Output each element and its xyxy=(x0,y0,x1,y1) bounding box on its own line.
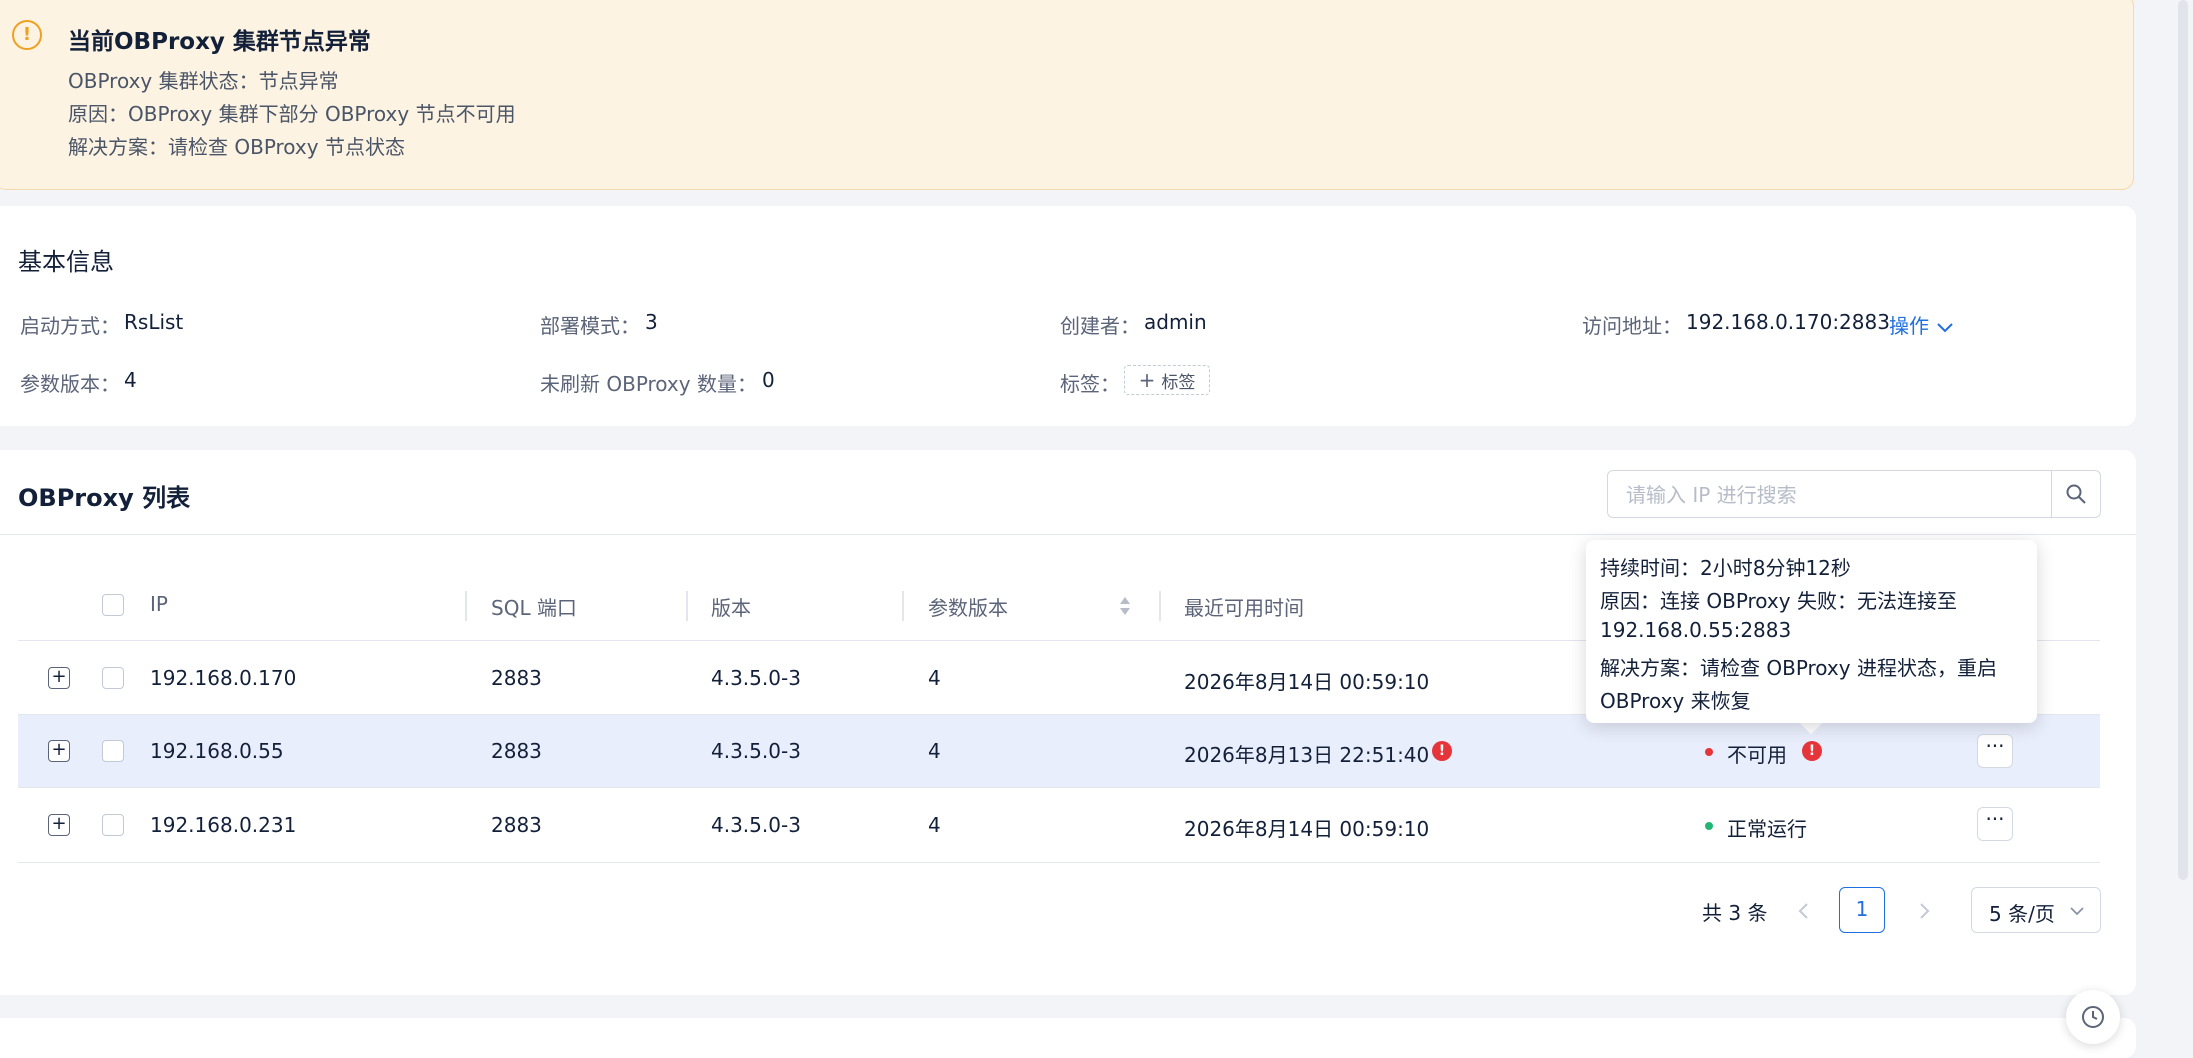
error-icon[interactable]: ! xyxy=(1802,741,1822,761)
exclamation-circle-icon: ! xyxy=(12,20,42,50)
cell-version: 4.3.5.0-3 xyxy=(711,739,801,763)
cell-status: 正常运行 xyxy=(1727,817,1807,841)
alert-title: 当前OBProxy 集群节点异常 xyxy=(68,29,371,55)
more-actions-button[interactable]: ··· xyxy=(1977,734,2013,768)
expand-row-button[interactable]: + xyxy=(48,667,70,689)
row-divider xyxy=(18,862,2100,863)
chevron-down-icon xyxy=(2070,907,2084,916)
cell-ip: 192.168.0.170 xyxy=(150,666,297,690)
error-tooltip: 持续时间：2小时8分钟12秒 原因：连接 OBProxy 失败：无法连接至 19… xyxy=(1586,540,2037,723)
operation-dropdown[interactable]: 操作 xyxy=(1889,310,1955,339)
row-checkbox[interactable] xyxy=(102,740,124,762)
cell-sql-port: 2883 xyxy=(491,739,542,763)
cell-last-available: 2026年8月14日 00:59:10 xyxy=(1184,817,1430,841)
cell-param-version: 4 xyxy=(928,813,941,837)
row-checkbox[interactable] xyxy=(102,667,124,689)
col-header-param-version[interactable]: 参数版本 xyxy=(928,592,1008,621)
unrefreshed-value: 0 xyxy=(762,368,775,392)
status-dot-error xyxy=(1705,748,1713,756)
address-label: 访问地址： xyxy=(1582,314,1682,338)
alert-reason-line: 原因：OBProxy 集群下部分 OBProxy 节点不可用 xyxy=(68,102,516,126)
ip-search-input[interactable] xyxy=(1624,479,2048,511)
divider xyxy=(0,534,2136,535)
address-value: 192.168.0.170:2883 xyxy=(1686,310,1890,334)
cell-sql-port: 2883 xyxy=(491,666,542,690)
tooltip-duration: 持续时间：2小时8分钟12秒 xyxy=(1600,556,1851,580)
tooltip-solution: 解决方案：请检查 OBProxy 进程状态，重启 xyxy=(1600,656,1997,680)
alert-status-line: OBProxy 集群状态：节点异常 xyxy=(68,69,339,93)
startup-label: 启动方式： xyxy=(20,314,120,338)
operation-label: 操作 xyxy=(1889,314,1929,338)
expand-row-button[interactable]: + xyxy=(48,740,70,762)
param-version-value: 4 xyxy=(124,368,137,392)
cell-version: 4.3.5.0-3 xyxy=(711,666,801,690)
col-header-last-available: 最近可用时间 xyxy=(1184,596,1304,620)
creator-value: admin xyxy=(1144,310,1207,334)
search-button[interactable] xyxy=(2051,471,2100,517)
cell-param-version: 4 xyxy=(928,666,941,690)
history-button[interactable] xyxy=(2066,990,2120,1044)
tooltip-reason-address: 192.168.0.55:2883 xyxy=(1600,618,1792,642)
cell-param-version: 4 xyxy=(928,739,941,763)
select-all-checkbox[interactable] xyxy=(102,594,124,616)
tooltip-reason: 原因：连接 OBProxy 失败：无法连接至 xyxy=(1600,589,1957,613)
col-header-ip: IP xyxy=(150,592,168,616)
prev-page-icon[interactable] xyxy=(1796,901,1812,921)
col-header-version: 版本 xyxy=(711,596,751,620)
add-tag-label: 标签 xyxy=(1161,372,1196,393)
unrefreshed-label: 未刷新 OBProxy 数量： xyxy=(540,372,757,396)
deploy-label: 部署模式： xyxy=(540,314,640,338)
deploy-value: 3 xyxy=(645,310,658,334)
column-divider xyxy=(686,591,688,621)
tooltip-solution-cont: OBProxy 来恢复 xyxy=(1600,689,1751,713)
cell-ip: 192.168.0.231 xyxy=(150,813,297,837)
more-actions-button[interactable]: ··· xyxy=(1977,807,2013,841)
row-checkbox[interactable] xyxy=(102,814,124,836)
search-icon xyxy=(2066,484,2086,504)
col-header-sql-port: SQL 端口 xyxy=(491,596,577,620)
page-scrollbar[interactable] xyxy=(2178,0,2188,880)
ip-search-box xyxy=(1607,470,2101,518)
basic-info-title: 基本信息 xyxy=(18,248,114,276)
alert-solution-line: 解决方案：请检查 OBProxy 节点状态 xyxy=(68,135,405,159)
obproxy-list-title: OBProxy 列表 xyxy=(18,484,191,512)
add-tag-button[interactable]: + 标签 xyxy=(1124,365,1210,395)
column-divider xyxy=(902,591,904,621)
cell-ip: 192.168.0.55 xyxy=(150,739,284,763)
cell-version: 4.3.5.0-3 xyxy=(711,813,801,837)
cell-last-available: 2026年8月13日 22:51:40 xyxy=(1184,743,1430,767)
chevron-down-icon xyxy=(1937,322,1954,332)
expand-row-button[interactable]: + xyxy=(48,814,70,836)
table-row xyxy=(18,715,2100,787)
cell-status: 不可用 xyxy=(1727,743,1787,767)
next-page-icon[interactable] xyxy=(1916,901,1932,921)
page-size-select[interactable]: 5 条/页 xyxy=(1971,887,2101,933)
column-divider xyxy=(465,591,467,621)
pagination-total: 共 3 条 xyxy=(1702,901,1768,925)
clock-icon xyxy=(2082,1006,2104,1028)
startup-value: RsList xyxy=(124,310,184,334)
page-number-current[interactable]: 1 xyxy=(1839,887,1885,933)
plus-icon: + xyxy=(1138,368,1156,392)
next-card xyxy=(0,1018,2136,1058)
param-version-label: 参数版本： xyxy=(20,372,120,396)
cell-last-available: 2026年8月14日 00:59:10 xyxy=(1184,670,1430,694)
page-size-value: 5 条/页 xyxy=(1989,902,2055,926)
cell-sql-port: 2883 xyxy=(491,813,542,837)
sort-icon[interactable] xyxy=(1118,595,1132,617)
cluster-alert: ! 当前OBProxy 集群节点异常 OBProxy 集群状态：节点异常 原因：… xyxy=(0,0,2134,190)
tags-label: 标签： xyxy=(1060,372,1120,396)
status-dot-success xyxy=(1705,822,1713,830)
error-icon[interactable]: ! xyxy=(1432,741,1452,761)
creator-label: 创建者： xyxy=(1060,314,1140,338)
column-divider xyxy=(1159,591,1161,621)
